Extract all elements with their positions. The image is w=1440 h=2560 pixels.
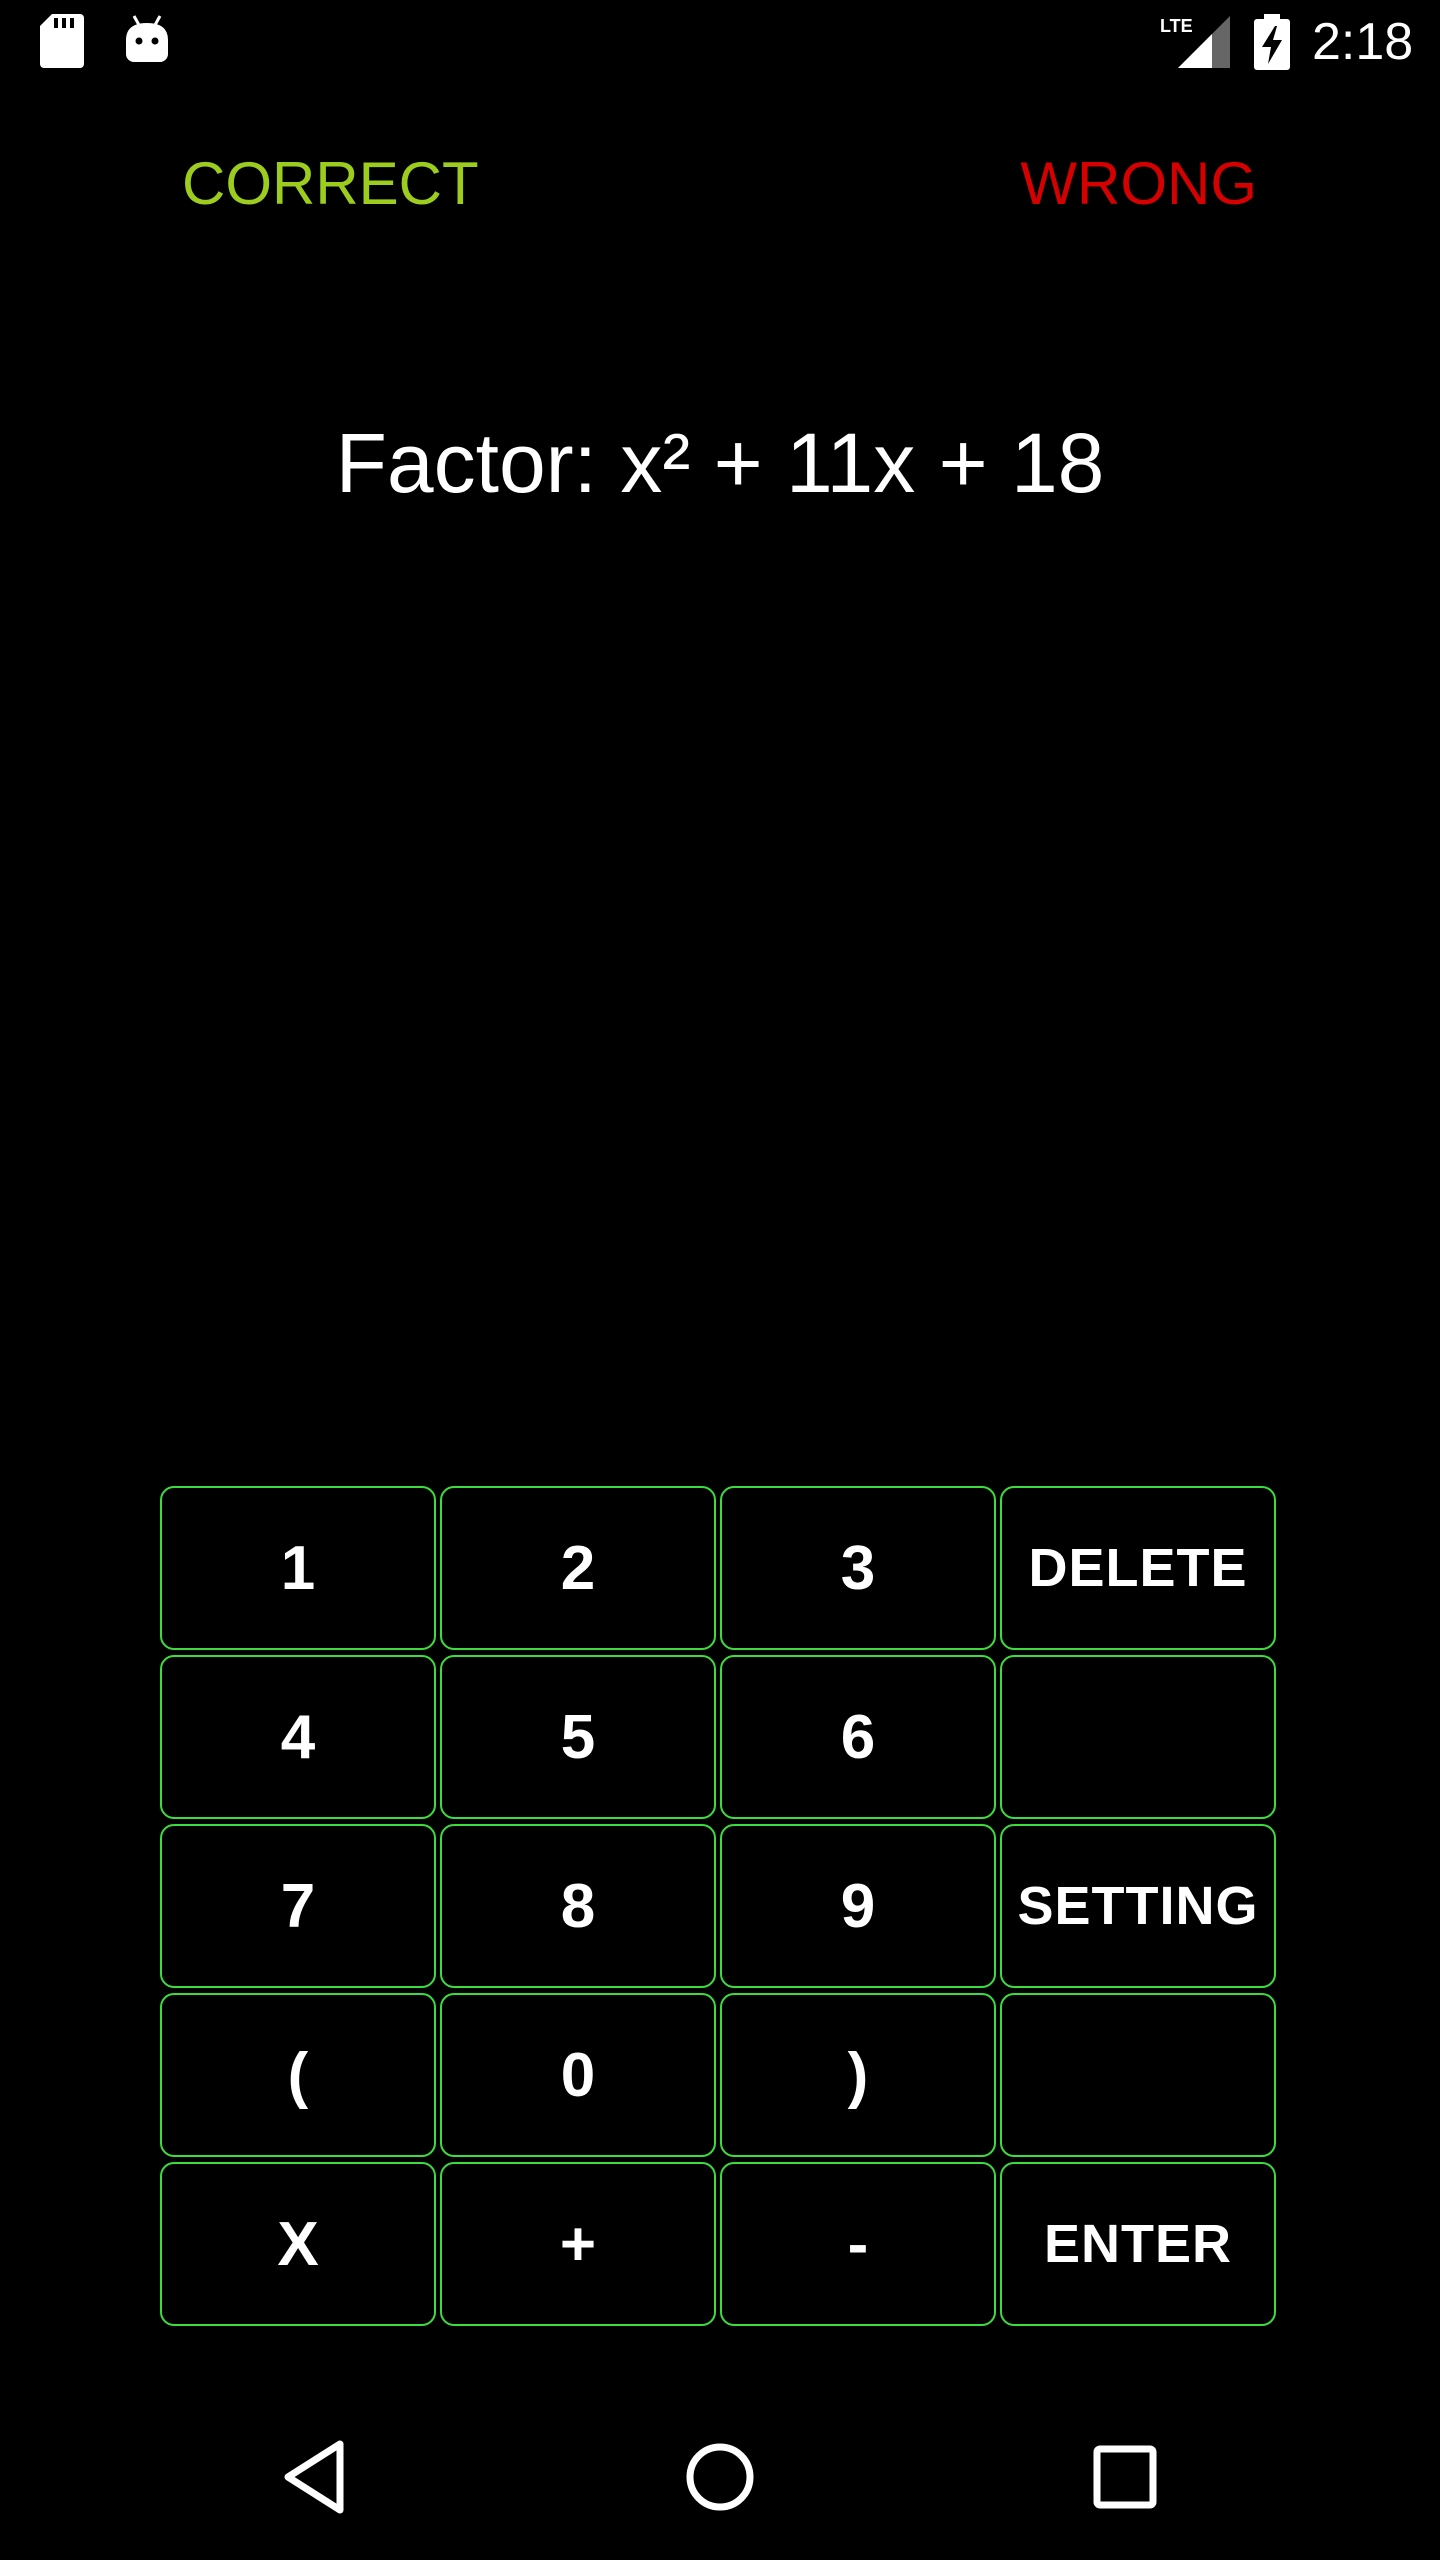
- blank-key-2[interactable]: [1000, 1993, 1276, 2157]
- svg-text:LTE: LTE: [1160, 16, 1193, 36]
- key-open-paren[interactable]: (: [160, 1993, 436, 2157]
- key-close-paren[interactable]: ): [720, 1993, 996, 2157]
- key-0[interactable]: 0: [440, 1993, 716, 2157]
- key-2[interactable]: 2: [440, 1486, 716, 1650]
- key-7[interactable]: 7: [160, 1824, 436, 1988]
- sd-card-icon: [40, 14, 84, 68]
- key-6[interactable]: 6: [720, 1655, 996, 1819]
- problem-text: Factor: x² + 11x + 18: [335, 416, 1105, 510]
- home-icon[interactable]: [675, 2432, 765, 2522]
- back-icon[interactable]: [270, 2432, 360, 2522]
- recent-apps-icon[interactable]: [1080, 2432, 1170, 2522]
- key-1[interactable]: 1: [160, 1486, 436, 1650]
- blank-key-1[interactable]: [1000, 1655, 1276, 1819]
- enter-button[interactable]: ENTER: [1000, 2162, 1276, 2326]
- key-5[interactable]: 5: [440, 1655, 716, 1819]
- lte-signal-icon: LTE: [1160, 16, 1230, 68]
- correct-label: CORRECT: [182, 150, 479, 217]
- key-minus[interactable]: -: [720, 2162, 996, 2326]
- status-time: 2:18: [1312, 13, 1414, 71]
- delete-button[interactable]: DELETE: [1000, 1486, 1276, 1650]
- key-4[interactable]: 4: [160, 1655, 436, 1819]
- key-9[interactable]: 9: [720, 1824, 996, 1988]
- keypad: 1 2 3 DELETE 4 5 6 7 8 9 SETTING (0) X + - ENTER: [160, 1486, 1280, 2326]
- status-bar: LTE 2:18: [0, 0, 1440, 84]
- key-x[interactable]: X: [160, 2162, 436, 2326]
- key-8[interactable]: 8: [440, 1824, 716, 1988]
- key-plus[interactable]: +: [440, 2162, 716, 2326]
- battery-charging-icon: [1254, 14, 1290, 70]
- key-3[interactable]: 3: [720, 1486, 996, 1650]
- setting-button[interactable]: SETTING: [1000, 1824, 1276, 1988]
- navigation-bar: [0, 2392, 1440, 2560]
- wrong-label: WRONG: [1020, 150, 1257, 217]
- android-icon: [126, 15, 168, 62]
